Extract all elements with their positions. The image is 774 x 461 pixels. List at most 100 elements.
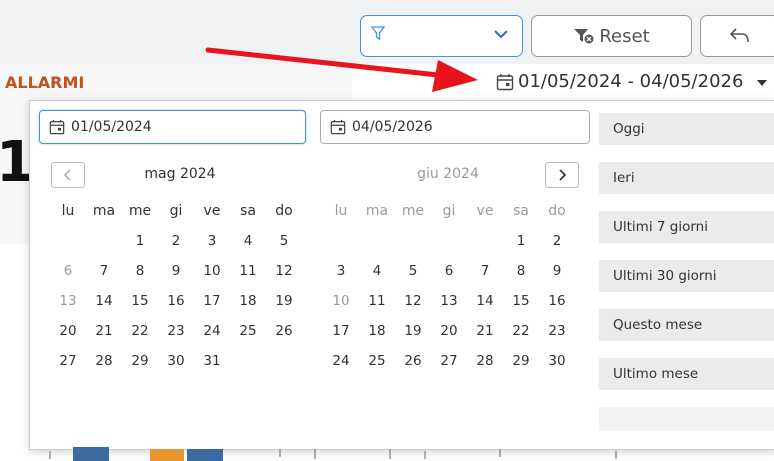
weekday-header: me [128,203,152,219]
june-day-cell[interactable]: 2 [539,226,575,256]
june-day-cell[interactable]: 17 [323,316,359,346]
june-day-cell[interactable]: 25 [359,346,395,376]
may-day-cell[interactable]: 24 [194,316,230,346]
june-day-cell[interactable]: 15 [503,286,539,316]
may-day-cell[interactable]: 27 [50,346,86,376]
undo-icon [729,28,749,43]
may-day-cell[interactable]: 1 [122,226,158,256]
june-day-cell[interactable]: 23 [539,316,575,346]
june-day-cell[interactable]: 28 [467,346,503,376]
empty-day-cell [323,226,359,256]
empty-day-cell [266,346,302,376]
preset-range-item[interactable]: Ultimi 30 giorni [599,260,774,292]
empty-day-cell [86,226,122,256]
may-day-cell[interactable]: 2 [158,226,194,256]
june-day-cell[interactable]: 29 [503,346,539,376]
june-day-cell[interactable]: 9 [539,256,575,286]
end-date-input[interactable]: 04/05/2026 [320,110,590,144]
june-day-cell[interactable]: 4 [359,256,395,286]
chevron-down-icon [494,30,508,39]
weekday-header: sa [513,203,529,219]
start-date-value: 01/05/2024 [71,119,152,135]
june-day-cell[interactable]: 3 [323,256,359,286]
may-day-cell[interactable]: 22 [122,316,158,346]
preset-range-item[interactable]: Questo mese [599,309,774,341]
may-day-cell[interactable]: 7 [86,256,122,286]
may-day-cell[interactable]: 4 [230,226,266,256]
june-day-cell[interactable]: 27 [431,346,467,376]
preset-ranges-list: Oggi Ieri Ultimi 7 giorni Ultimi 30 giorni Q… [599,113,774,431]
june-day-cell[interactable]: 14 [467,286,503,316]
empty-day-cell [431,226,467,256]
june-day-cell[interactable]: 16 [539,286,575,316]
background-chart-fragments [49,447,617,461]
prev-month-button[interactable] [51,162,85,188]
chevron-right-icon [559,169,566,181]
start-date-input[interactable]: 01/05/2024 [39,110,306,144]
weekday-header: ve [203,203,221,219]
may-day-cell[interactable]: 5 [266,226,302,256]
preset-range-item[interactable]: Ieri [599,162,774,194]
may-day-cell[interactable]: 26 [266,316,302,346]
may-day-cell[interactable]: 18 [230,286,266,316]
preset-range-item[interactable]: Ultimo mese [599,358,774,390]
may-day-cell[interactable]: 13 [50,286,86,316]
may-day-cell[interactable]: 16 [158,286,194,316]
date-range-picker: 01/05/2024 04/05/2026 mag 2024 giu 2024 … [29,100,774,450]
may-day-cell[interactable]: 25 [230,316,266,346]
june-day-cell[interactable]: 13 [431,286,467,316]
may-day-cell[interactable]: 23 [158,316,194,346]
reset-label: Reset [599,25,650,47]
may-day-cell[interactable]: 11 [230,256,266,286]
june-day-cell[interactable]: 5 [395,256,431,286]
date-range-text: 01/05/2024 - 04/05/2026 [518,71,744,92]
june-day-cell[interactable]: 19 [395,316,431,346]
june-day-cell[interactable]: 18 [359,316,395,346]
june-day-cell[interactable]: 24 [323,346,359,376]
may-day-cell[interactable]: 31 [194,346,230,376]
weekday-header: do [275,203,293,219]
may-day-cell[interactable]: 8 [122,256,158,286]
may-day-cell[interactable]: 17 [194,286,230,316]
june-day-cell[interactable]: 10 [323,286,359,316]
undo-button[interactable] [700,15,774,57]
may-day-cell[interactable]: 10 [194,256,230,286]
end-date-value: 04/05/2026 [352,119,433,135]
may-day-cell[interactable]: 6 [50,256,86,286]
filter-select[interactable] [360,15,523,57]
may-day-cell[interactable]: 14 [86,286,122,316]
may-day-cell[interactable]: 30 [158,346,194,376]
may-day-cell[interactable]: 3 [194,226,230,256]
may-day-cell[interactable]: 29 [122,346,158,376]
reset-button[interactable]: Reset [531,15,692,57]
june-day-cell[interactable]: 8 [503,256,539,286]
may-day-cell[interactable]: 21 [86,316,122,346]
june-day-cell[interactable]: 26 [395,346,431,376]
weekday-header: do [548,203,566,219]
june-day-cell[interactable]: 22 [503,316,539,346]
may-day-cell[interactable]: 15 [122,286,158,316]
weekday-header: ma [92,203,116,219]
preset-range-item[interactable]: Ultimi 7 giorni [599,211,774,243]
date-range-toggle[interactable]: 01/05/2024 - 04/05/2026 [496,71,743,92]
may-day-cell[interactable]: 28 [86,346,122,376]
may-day-cell[interactable]: 9 [158,256,194,286]
weekday-header: gi [442,203,456,219]
june-day-cell[interactable]: 21 [467,316,503,346]
june-day-cell[interactable]: 7 [467,256,503,286]
may-day-cell[interactable]: 20 [50,316,86,346]
weekday-header: lu [61,203,75,219]
next-month-button[interactable] [545,162,579,188]
preset-range-item[interactable]: Oggi [599,113,774,145]
june-day-cell[interactable]: 12 [395,286,431,316]
june-day-cell[interactable]: 30 [539,346,575,376]
june-day-cell[interactable]: 11 [359,286,395,316]
caret-down-icon[interactable] [756,79,768,87]
june-day-cell[interactable]: 1 [503,226,539,256]
june-day-cell[interactable]: 20 [431,316,467,346]
weekday-header: lu [334,203,348,219]
may-day-cell[interactable]: 12 [266,256,302,286]
june-day-cell[interactable]: 6 [431,256,467,286]
may-day-cell[interactable]: 19 [266,286,302,316]
month-title-right: giu 2024 [417,166,479,182]
